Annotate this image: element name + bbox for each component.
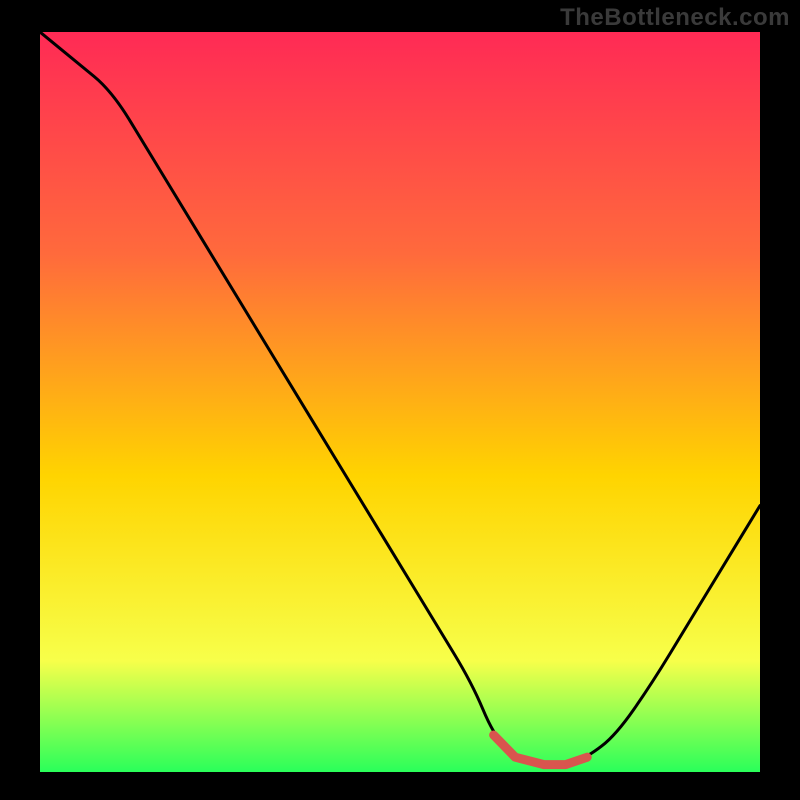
chart-svg	[40, 32, 760, 772]
watermark-text: TheBottleneck.com	[560, 4, 790, 32]
page-root: TheBottleneck.com	[0, 0, 800, 800]
bottleneck-chart	[40, 32, 760, 772]
chart-background	[40, 32, 760, 772]
